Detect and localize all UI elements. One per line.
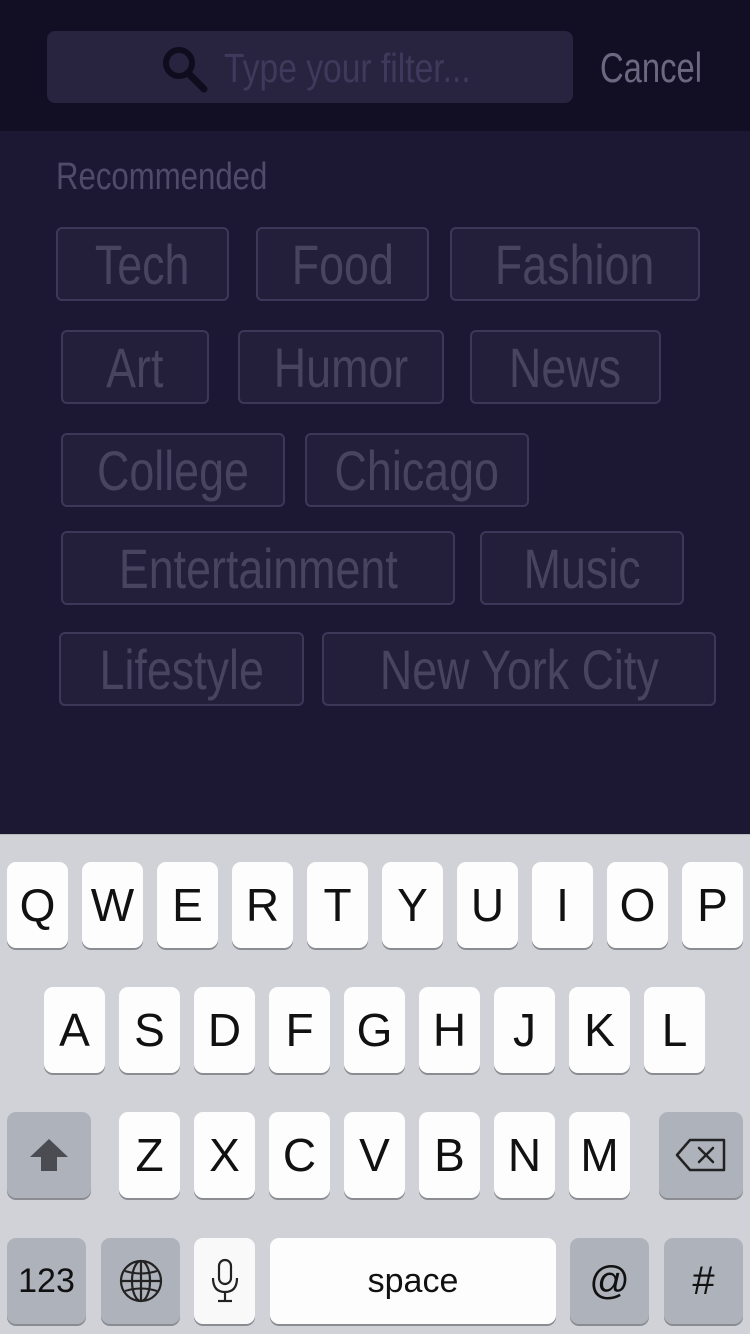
key-c[interactable]: C bbox=[269, 1112, 330, 1198]
tag-chip-humor[interactable]: Humor bbox=[238, 330, 444, 404]
tag-chip-new-york-city[interactable]: New York City bbox=[322, 632, 716, 706]
key-j[interactable]: J bbox=[494, 987, 555, 1073]
tag-label: Fashion bbox=[495, 232, 655, 296]
tag-label: New York City bbox=[379, 637, 659, 701]
tag-chip-tech[interactable]: Tech bbox=[56, 227, 229, 301]
tag-chip-food[interactable]: Food bbox=[256, 227, 429, 301]
tag-chip-college[interactable]: College bbox=[61, 433, 285, 507]
tag-chip-lifestyle[interactable]: Lifestyle bbox=[59, 632, 304, 706]
tag-label: Entertainment bbox=[118, 536, 398, 600]
key-z[interactable]: Z bbox=[119, 1112, 180, 1198]
globe-key[interactable] bbox=[101, 1238, 180, 1324]
key-d[interactable]: D bbox=[194, 987, 255, 1073]
tag-label: News bbox=[509, 335, 622, 399]
tag-label: Lifestyle bbox=[99, 637, 264, 701]
search-header: Type your filter... Cancel bbox=[0, 0, 750, 131]
key-s[interactable]: S bbox=[119, 987, 180, 1073]
tag-label: Music bbox=[523, 536, 641, 600]
tag-chip-chicago[interactable]: Chicago bbox=[305, 433, 529, 507]
hash-key[interactable]: # bbox=[664, 1238, 743, 1324]
on-screen-keyboard: Q W E R T Y U I O P A S D F G H J K L Z … bbox=[0, 834, 750, 1334]
cancel-button[interactable]: Cancel bbox=[600, 38, 702, 98]
dictation-key[interactable] bbox=[194, 1238, 255, 1324]
tag-chip-news[interactable]: News bbox=[470, 330, 661, 404]
filter-screen: Type your filter... Cancel Recommended T… bbox=[0, 0, 750, 1334]
tag-chip-entertainment[interactable]: Entertainment bbox=[61, 531, 455, 605]
shift-key[interactable] bbox=[7, 1112, 91, 1198]
microphone-icon bbox=[211, 1258, 238, 1303]
key-y[interactable]: Y bbox=[382, 862, 443, 948]
tag-label: Tech bbox=[95, 232, 190, 296]
globe-icon bbox=[119, 1259, 162, 1303]
tag-chip-art[interactable]: Art bbox=[61, 330, 209, 404]
numbers-key[interactable]: 123 bbox=[7, 1238, 86, 1324]
tag-label: Food bbox=[291, 232, 394, 296]
at-key[interactable]: @ bbox=[570, 1238, 649, 1324]
shift-arrow-icon bbox=[30, 1139, 68, 1171]
key-n[interactable]: N bbox=[494, 1112, 555, 1198]
tag-chip-fashion[interactable]: Fashion bbox=[450, 227, 700, 301]
key-t[interactable]: T bbox=[307, 862, 368, 948]
key-q[interactable]: Q bbox=[7, 862, 68, 948]
delete-key[interactable] bbox=[659, 1112, 743, 1198]
key-u[interactable]: U bbox=[457, 862, 518, 948]
key-o[interactable]: O bbox=[607, 862, 668, 948]
key-k[interactable]: K bbox=[569, 987, 630, 1073]
key-f[interactable]: F bbox=[269, 987, 330, 1073]
key-l[interactable]: L bbox=[644, 987, 705, 1073]
key-g[interactable]: G bbox=[344, 987, 405, 1073]
search-placeholder: Type your filter... bbox=[224, 45, 471, 91]
key-p[interactable]: P bbox=[682, 862, 743, 948]
key-v[interactable]: V bbox=[344, 1112, 405, 1198]
backspace-icon bbox=[675, 1138, 726, 1172]
tag-label: Art bbox=[106, 335, 164, 399]
key-i[interactable]: I bbox=[532, 862, 593, 948]
key-x[interactable]: X bbox=[194, 1112, 255, 1198]
tag-chip-music[interactable]: Music bbox=[480, 531, 684, 605]
recommended-heading: Recommended bbox=[56, 156, 268, 198]
search-icon bbox=[163, 47, 208, 93]
key-a[interactable]: A bbox=[44, 987, 105, 1073]
key-m[interactable]: M bbox=[569, 1112, 630, 1198]
key-r[interactable]: R bbox=[232, 862, 293, 948]
key-w[interactable]: W bbox=[82, 862, 143, 948]
key-h[interactable]: H bbox=[419, 987, 480, 1073]
space-key[interactable]: space bbox=[270, 1238, 556, 1324]
tag-label: Chicago bbox=[334, 438, 500, 502]
tag-label: Humor bbox=[273, 335, 409, 399]
key-b[interactable]: B bbox=[419, 1112, 480, 1198]
key-e[interactable]: E bbox=[157, 862, 218, 948]
tag-label: College bbox=[97, 438, 249, 502]
